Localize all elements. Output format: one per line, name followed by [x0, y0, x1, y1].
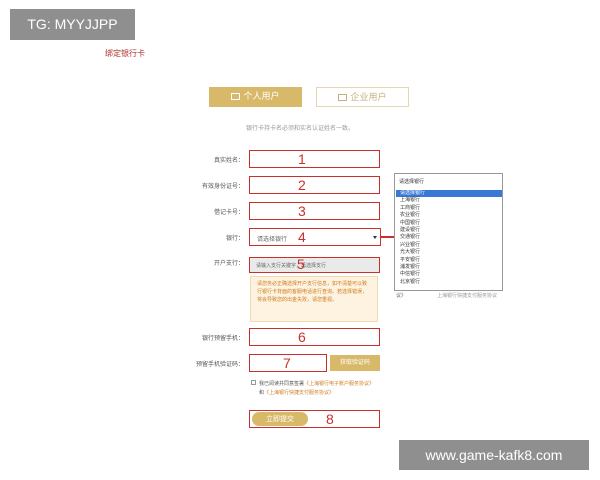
annotation-7: 7 [283, 355, 291, 371]
real-name-label: 真实姓名： [213, 157, 244, 164]
dropdown-option[interactable]: 平安银行 [396, 257, 502, 264]
agree-text: 我已阅读并同意签署 [259, 381, 305, 387]
name-match-hint: 银行卡持卡名必须和实名认证姓名一致。 [245, 125, 354, 132]
agree-line-1: 我已阅读并同意签署《上海银行电子账户服务协议》 [259, 380, 374, 387]
bank-label: 银行： [225, 235, 244, 242]
dropdown-option[interactable]: 上海银行 [396, 197, 502, 204]
agree-line-2: 和《上海银行快捷支付服务协议》 [259, 389, 334, 396]
annotation-8: 8 [326, 411, 334, 427]
submit-button[interactable]: 立即提交 [252, 412, 308, 426]
dropdown-connector [381, 236, 394, 238]
real-name-input[interactable] [249, 150, 380, 168]
get-code-button[interactable]: 获取验证码 [330, 355, 380, 371]
debit-card-input[interactable] [249, 202, 380, 220]
code-label: 预留手机验证码： [195, 361, 244, 368]
tab-business-user[interactable]: 企业用户 [316, 87, 409, 107]
annotation-5: 5 [297, 256, 305, 272]
annotation-4: 4 [298, 229, 306, 245]
agree-link-2[interactable]: 《上海银行快捷支付服务协议》 [264, 390, 334, 396]
dropdown-option[interactable]: 光大银行 [396, 249, 502, 256]
annotation-6: 6 [298, 329, 306, 345]
watermark-top-left: TG: MYYJJPP [10, 9, 135, 40]
dropdown-option[interactable]: 北京银行 [396, 279, 502, 286]
dropdown-option[interactable]: 交通银行 [396, 234, 502, 241]
annotation-2: 2 [298, 177, 306, 193]
bank-select[interactable]: 请选择银行 [249, 228, 381, 246]
dropdown-option[interactable]: 中信银行 [396, 271, 502, 278]
watermark-bottom-right: www.game-kafk8.com [399, 440, 589, 470]
agree-link-1[interactable]: 《上海银行电子账户服务协议》 [304, 381, 374, 387]
branch-label: 开户支行： [213, 260, 244, 267]
annotation-1: 1 [298, 151, 306, 167]
dropdown-header: 请选择银行 [399, 179, 425, 185]
dropdown-option[interactable]: 农业银行 [396, 212, 502, 219]
phone-label: 银行预留手机： [201, 335, 244, 342]
page-title: 绑定银行卡 [105, 49, 145, 58]
dropdown-option[interactable]: 中国银行 [396, 220, 502, 227]
tab-personal-label: 个人用户 [243, 92, 280, 102]
bank-dropdown-list[interactable]: 请选择银行 请选择银行 上海银行 工商银行 农业银行 中国银行 建设银行 交通银… [394, 173, 503, 291]
debit-card-label: 借记卡号： [213, 209, 244, 216]
branch-tip: 请您务必正确选择开户支行信息，如不清楚可以致行银行卡背面的客服电话进行查询。若选… [250, 276, 378, 322]
id-card-icon [231, 93, 241, 100]
background-partial-text-2: 上海银行快捷支付服务协议 [437, 293, 498, 299]
agree-checkbox[interactable] [251, 380, 256, 385]
bank-select-value: 请选择银行 [257, 236, 288, 243]
id-number-label: 有效身份证号： [201, 183, 244, 190]
tab-personal-user[interactable]: 个人用户 [209, 87, 302, 107]
tab-business-label: 企业用户 [350, 93, 387, 103]
chevron-down-icon [373, 236, 377, 239]
phone-input[interactable] [249, 328, 380, 346]
building-icon [338, 94, 348, 101]
id-number-input[interactable] [249, 176, 380, 194]
branch-placeholder: 请输入支行关键字，再选择支行 [256, 263, 327, 269]
annotation-3: 3 [298, 203, 306, 219]
branch-input[interactable]: 请输入支行关键字，再选择支行 [249, 257, 380, 273]
dropdown-options: 请选择银行 上海银行 工商银行 农业银行 中国银行 建设银行 交通银行 兴业银行… [396, 190, 502, 286]
background-partial-text: 议》 [396, 293, 407, 299]
